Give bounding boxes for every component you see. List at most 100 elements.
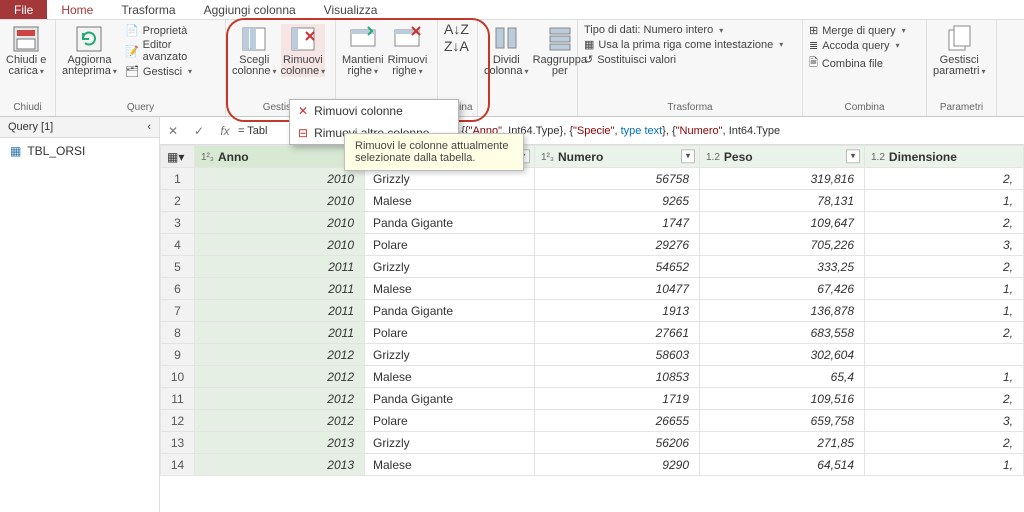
cell-anno[interactable]: 2011	[195, 256, 365, 278]
cell-peso[interactable]: 705,226	[700, 234, 865, 256]
row-header[interactable]: 2	[161, 190, 195, 212]
formula-cancel-button[interactable]: ✕	[160, 124, 186, 138]
remove-rows-button[interactable]: Rimuovi righe	[388, 24, 428, 77]
cell-numero[interactable]: 54652	[535, 256, 700, 278]
cell-dim[interactable]: 1,	[865, 366, 1024, 388]
cell-peso[interactable]: 136,878	[700, 300, 865, 322]
cell-specie[interactable]: Grizzly	[365, 344, 535, 366]
table-row[interactable]: 122012Polare26655659,7583,	[161, 410, 1024, 432]
table-row[interactable]: 32010Panda Gigante1747109,6472,	[161, 212, 1024, 234]
row-header[interactable]: 14	[161, 454, 195, 476]
cell-peso[interactable]: 319,816	[700, 168, 865, 190]
cell-dim[interactable]: 2,	[865, 168, 1024, 190]
table-row[interactable]: 112012Panda Gigante1719109,5162,	[161, 388, 1024, 410]
manage-button[interactable]: 🗂Gestisci	[125, 65, 192, 78]
cell-peso[interactable]: 65,4	[700, 366, 865, 388]
replace-values-button[interactable]: ↺Sostituisci valori	[584, 53, 676, 66]
cell-peso[interactable]: 271,85	[700, 432, 865, 454]
cell-dim[interactable]: 2,	[865, 322, 1024, 344]
cell-specie[interactable]: Panda Gigante	[365, 300, 535, 322]
filter-icon[interactable]: ▾	[681, 149, 695, 163]
menu-remove-columns[interactable]: ✕ Rimuovi colonne	[290, 100, 458, 122]
cell-anno[interactable]: 2013	[195, 454, 365, 476]
cell-anno[interactable]: 2012	[195, 344, 365, 366]
cell-peso[interactable]: 109,647	[700, 212, 865, 234]
table-row[interactable]: 92012Grizzly58603302,604	[161, 344, 1024, 366]
cell-anno[interactable]: 2011	[195, 300, 365, 322]
cell-specie[interactable]: Malese	[365, 366, 535, 388]
queries-pane-header[interactable]: Query [1]‹	[0, 117, 159, 138]
cell-specie[interactable]: Malese	[365, 190, 535, 212]
advanced-editor-button[interactable]: 📝Editor avanzato	[125, 39, 219, 63]
column-header-peso[interactable]: 1.2Peso▾	[700, 146, 865, 168]
manage-params-button[interactable]: Gestisci parametri	[933, 24, 985, 77]
table-corner[interactable]: ▦▾	[161, 146, 195, 168]
tab-home[interactable]: Home	[47, 0, 107, 19]
cell-dim[interactable]: 3,	[865, 234, 1024, 256]
cell-anno[interactable]: 2010	[195, 234, 365, 256]
cell-peso[interactable]: 333,25	[700, 256, 865, 278]
cell-specie[interactable]: Polare	[365, 234, 535, 256]
cell-peso[interactable]: 302,604	[700, 344, 865, 366]
row-header[interactable]: 9	[161, 344, 195, 366]
cell-specie[interactable]: Malese	[365, 278, 535, 300]
cell-numero[interactable]: 29276	[535, 234, 700, 256]
cell-dim[interactable]: 2,	[865, 432, 1024, 454]
cell-numero[interactable]: 1747	[535, 212, 700, 234]
datatype-button[interactable]: Tipo di dati: Numero intero	[584, 24, 723, 36]
cell-peso[interactable]: 683,558	[700, 322, 865, 344]
cell-dim[interactable]: 1,	[865, 454, 1024, 476]
cell-dim[interactable]: 1,	[865, 278, 1024, 300]
table-row[interactable]: 72011Panda Gigante1913136,8781,	[161, 300, 1024, 322]
append-queries-button[interactable]: ≣Accoda query	[809, 39, 900, 52]
cell-numero[interactable]: 56758	[535, 168, 700, 190]
cell-numero[interactable]: 58603	[535, 344, 700, 366]
row-header[interactable]: 7	[161, 300, 195, 322]
cell-peso[interactable]: 659,758	[700, 410, 865, 432]
cell-dim[interactable]: 2,	[865, 256, 1024, 278]
cell-anno[interactable]: 2010	[195, 212, 365, 234]
cell-specie[interactable]: Panda Gigante	[365, 212, 535, 234]
remove-columns-button[interactable]: Rimuovi colonne	[281, 24, 326, 77]
row-header[interactable]: 11	[161, 388, 195, 410]
cell-numero[interactable]: 26655	[535, 410, 700, 432]
cell-anno[interactable]: 2012	[195, 366, 365, 388]
table-row[interactable]: 102012Malese1085365,41,	[161, 366, 1024, 388]
row-header[interactable]: 12	[161, 410, 195, 432]
table-row[interactable]: 12010Grizzly56758319,8162,	[161, 168, 1024, 190]
column-header-numero[interactable]: 1²₃Numero▾	[535, 146, 700, 168]
row-header[interactable]: 10	[161, 366, 195, 388]
cell-peso[interactable]: 67,426	[700, 278, 865, 300]
firstrow-header-button[interactable]: ▦Usa la prima riga come intestazione	[584, 38, 783, 51]
table-row[interactable]: 132013Grizzly56206271,852,	[161, 432, 1024, 454]
row-header[interactable]: 13	[161, 432, 195, 454]
split-column-button[interactable]: Dividi colonna	[484, 24, 529, 77]
query-item[interactable]: ▦ TBL_ORSI	[0, 138, 159, 164]
cell-specie[interactable]: Grizzly	[365, 256, 535, 278]
column-header-anno[interactable]: 1²₃Anno▾	[195, 146, 365, 168]
row-header[interactable]: 1	[161, 168, 195, 190]
table-row[interactable]: 22010Malese926578,1311,	[161, 190, 1024, 212]
cell-specie[interactable]: Grizzly	[365, 432, 535, 454]
choose-columns-button[interactable]: Scegli colonne	[232, 24, 277, 77]
cell-dim[interactable]	[865, 344, 1024, 366]
cell-specie[interactable]: Malese	[365, 454, 535, 476]
cell-specie[interactable]: Polare	[365, 322, 535, 344]
refresh-preview-button[interactable]: Aggiorna anteprima	[62, 24, 117, 77]
tab-add-column[interactable]: Aggiungi colonna	[190, 0, 310, 19]
cell-peso[interactable]: 64,514	[700, 454, 865, 476]
tab-transform[interactable]: Trasforma	[107, 0, 189, 19]
close-load-button[interactable]: Chiudi e carica	[6, 24, 46, 77]
cell-numero[interactable]: 1719	[535, 388, 700, 410]
cell-anno[interactable]: 2012	[195, 410, 365, 432]
filter-icon[interactable]: ▾	[846, 149, 860, 163]
row-header[interactable]: 5	[161, 256, 195, 278]
cell-anno[interactable]: 2013	[195, 432, 365, 454]
properties-button[interactable]: 📄Proprietà	[125, 24, 187, 37]
cell-numero[interactable]: 56206	[535, 432, 700, 454]
merge-queries-button[interactable]: ⊞Merge di query	[809, 24, 906, 37]
cell-numero[interactable]: 9290	[535, 454, 700, 476]
row-header[interactable]: 3	[161, 212, 195, 234]
cell-dim[interactable]: 2,	[865, 388, 1024, 410]
table-row[interactable]: 52011Grizzly54652333,252,	[161, 256, 1024, 278]
